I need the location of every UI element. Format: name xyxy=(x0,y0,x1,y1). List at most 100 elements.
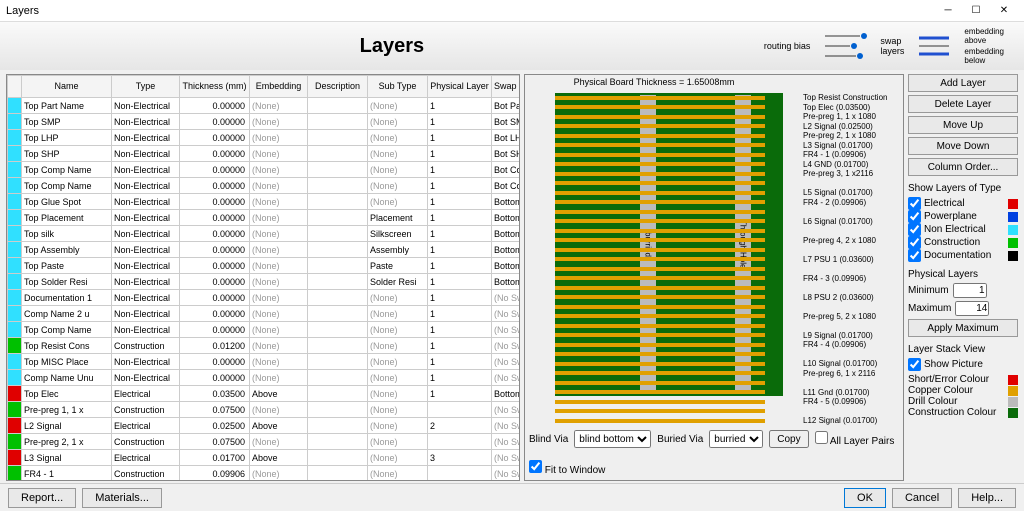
table-row[interactable]: Top Solder Resi Non-Electrical 0.00000 (… xyxy=(8,274,521,290)
cell-thickness: 0.07500 xyxy=(180,402,250,418)
table-row[interactable]: Top Assembly Non-Electrical 0.00000 (Non… xyxy=(8,242,521,258)
cell-subtype: (None) xyxy=(368,98,428,114)
minimum-input[interactable] xyxy=(953,283,987,298)
type-swatch xyxy=(1008,199,1018,209)
col-header[interactable]: Swap Layer xyxy=(492,76,521,98)
table-row[interactable]: Top silk Non-Electrical 0.00000 (None) S… xyxy=(8,226,521,242)
type-filter[interactable]: Electrical xyxy=(908,197,1018,210)
cell-swap: Bottom P xyxy=(492,258,521,274)
cell-subtype: (None) xyxy=(368,450,428,466)
col-header[interactable] xyxy=(8,76,22,98)
cell-subtype: (None) xyxy=(368,418,428,434)
col-header[interactable]: Thickness (mm) xyxy=(180,76,250,98)
table-row[interactable]: Top Paste Non-Electrical 0.00000 (None) … xyxy=(8,258,521,274)
stack-label: L4 GND (0.01700) xyxy=(803,160,868,169)
col-header[interactable]: Sub Type xyxy=(368,76,428,98)
table-row[interactable]: Top MISC Place Non-Electrical 0.00000 (N… xyxy=(8,354,521,370)
stack-label: Pre-preg 4, 2 x 1080 xyxy=(803,236,876,245)
materials-button[interactable]: Materials... xyxy=(82,488,162,508)
table-row[interactable]: L2 Signal Electrical 0.02500 Above (None… xyxy=(8,418,521,434)
layer-color-swatch xyxy=(8,98,21,113)
copy-button[interactable]: Copy xyxy=(769,430,808,448)
fit-to-window-checkbox[interactable]: Fit to Window xyxy=(529,460,605,476)
cell-subtype: Assembly xyxy=(368,242,428,258)
table-row[interactable]: Top LHP Non-Electrical 0.00000 (None) (N… xyxy=(8,130,521,146)
color-setting[interactable]: Short/Error Colour xyxy=(908,374,1018,385)
stack-bar xyxy=(555,352,765,356)
table-row[interactable]: Top Comp Name Non-Electrical 0.00000 (No… xyxy=(8,162,521,178)
cell-type: Non-Electrical xyxy=(112,210,180,226)
column-order-button[interactable]: Column Order... xyxy=(908,158,1018,176)
table-row[interactable]: Top Comp Name Non-Electrical 0.00000 (No… xyxy=(8,322,521,338)
table-row[interactable]: Top Elec Electrical 0.03500 Above (None)… xyxy=(8,386,521,402)
color-setting[interactable]: Copper Colour xyxy=(908,385,1018,396)
color-setting[interactable]: Construction Colour xyxy=(908,407,1018,418)
cancel-button[interactable]: Cancel xyxy=(892,488,952,508)
cell-description xyxy=(308,258,368,274)
move-up-button[interactable]: Move Up xyxy=(908,116,1018,134)
close-icon[interactable]: ✕ xyxy=(990,2,1018,20)
stack-bar xyxy=(555,314,765,318)
col-header[interactable]: Description xyxy=(308,76,368,98)
cell-type: Non-Electrical xyxy=(112,354,180,370)
col-header[interactable]: Type xyxy=(112,76,180,98)
cell-swap: Bottom xyxy=(492,194,521,210)
maximum-input[interactable] xyxy=(955,301,989,316)
col-header[interactable]: Physical Layer xyxy=(428,76,492,98)
layers-table[interactable]: NameTypeThickness (mm)EmbeddingDescripti… xyxy=(6,74,520,481)
window-title: Layers xyxy=(6,5,934,17)
table-row[interactable]: Comp Name Unu Non-Electrical 0.00000 (No… xyxy=(8,370,521,386)
table-row[interactable]: Top SMP Non-Electrical 0.00000 (None) (N… xyxy=(8,114,521,130)
table-row[interactable]: L3 Signal Electrical 0.01700 Above (None… xyxy=(8,450,521,466)
delete-layer-button[interactable]: Delete Layer xyxy=(908,95,1018,113)
cell-thickness: 0.00000 xyxy=(180,322,250,338)
layer-color-swatch xyxy=(8,226,21,241)
add-layer-button[interactable]: Add Layer xyxy=(908,74,1018,92)
report-button[interactable]: Report... xyxy=(8,488,76,508)
maximize-icon[interactable]: ☐ xyxy=(962,2,990,20)
stack-bar xyxy=(555,181,765,185)
move-down-button[interactable]: Move Down xyxy=(908,137,1018,155)
ok-button[interactable]: OK xyxy=(844,488,886,508)
show-picture-checkbox[interactable]: Show Picture xyxy=(908,358,1018,371)
table-row[interactable]: Top Glue Spot Non-Electrical 0.00000 (No… xyxy=(8,194,521,210)
blind-via-select[interactable]: blind bottom xyxy=(574,430,651,448)
type-filter[interactable]: Documentation xyxy=(908,249,1018,262)
cell-thickness: 0.00000 xyxy=(180,306,250,322)
cell-name: Top Assembly xyxy=(22,242,112,258)
cell-name: Top Paste xyxy=(22,258,112,274)
help-button[interactable]: Help... xyxy=(958,488,1016,508)
cell-physical-layer: 1 xyxy=(428,130,492,146)
stack-bar xyxy=(555,200,765,204)
apply-maximum-button[interactable]: Apply Maximum xyxy=(908,319,1018,337)
cell-subtype: (None) xyxy=(368,114,428,130)
col-header[interactable]: Name xyxy=(22,76,112,98)
stack-bar xyxy=(555,400,765,404)
table-row[interactable]: Top Comp Name Non-Electrical 0.00000 (No… xyxy=(8,178,521,194)
minimize-icon[interactable]: ─ xyxy=(934,2,962,20)
buried-via-select[interactable]: burried xyxy=(709,430,763,448)
type-filter[interactable]: Non Electrical xyxy=(908,223,1018,236)
cell-name: Top Part Name xyxy=(22,98,112,114)
table-row[interactable]: Comp Name 2 u Non-Electrical 0.00000 (No… xyxy=(8,306,521,322)
table-row[interactable]: Top Resist Cons Construction 0.01200 (No… xyxy=(8,338,521,354)
table-row[interactable]: Pre-preg 1, 1 x Construction 0.07500 (No… xyxy=(8,402,521,418)
color-setting[interactable]: Drill Colour xyxy=(908,396,1018,407)
table-row[interactable]: FR4 - 1 Construction 0.09906 (None) (Non… xyxy=(8,466,521,482)
stack-bar xyxy=(555,295,765,299)
cell-subtype: (None) xyxy=(368,354,428,370)
table-row[interactable]: Pre-preg 2, 1 x Construction 0.07500 (No… xyxy=(8,434,521,450)
table-row[interactable]: Top SHP Non-Electrical 0.00000 (None) (N… xyxy=(8,146,521,162)
all-layer-pairs-checkbox[interactable]: All Layer Pairs xyxy=(815,431,895,447)
cell-embedding: (None) xyxy=(250,178,308,194)
cell-type: Construction xyxy=(112,466,180,482)
cell-name: Top Comp Name xyxy=(22,162,112,178)
layer-color-swatch xyxy=(8,290,21,305)
col-header[interactable]: Embedding xyxy=(250,76,308,98)
type-filter[interactable]: Powerplane xyxy=(908,210,1018,223)
cell-type: Non-Electrical xyxy=(112,130,180,146)
table-row[interactable]: Top Placement Non-Electrical 0.00000 (No… xyxy=(8,210,521,226)
table-row[interactable]: Top Part Name Non-Electrical 0.00000 (No… xyxy=(8,98,521,114)
table-row[interactable]: Documentation 1 Non-Electrical 0.00000 (… xyxy=(8,290,521,306)
type-filter[interactable]: Construction xyxy=(908,236,1018,249)
